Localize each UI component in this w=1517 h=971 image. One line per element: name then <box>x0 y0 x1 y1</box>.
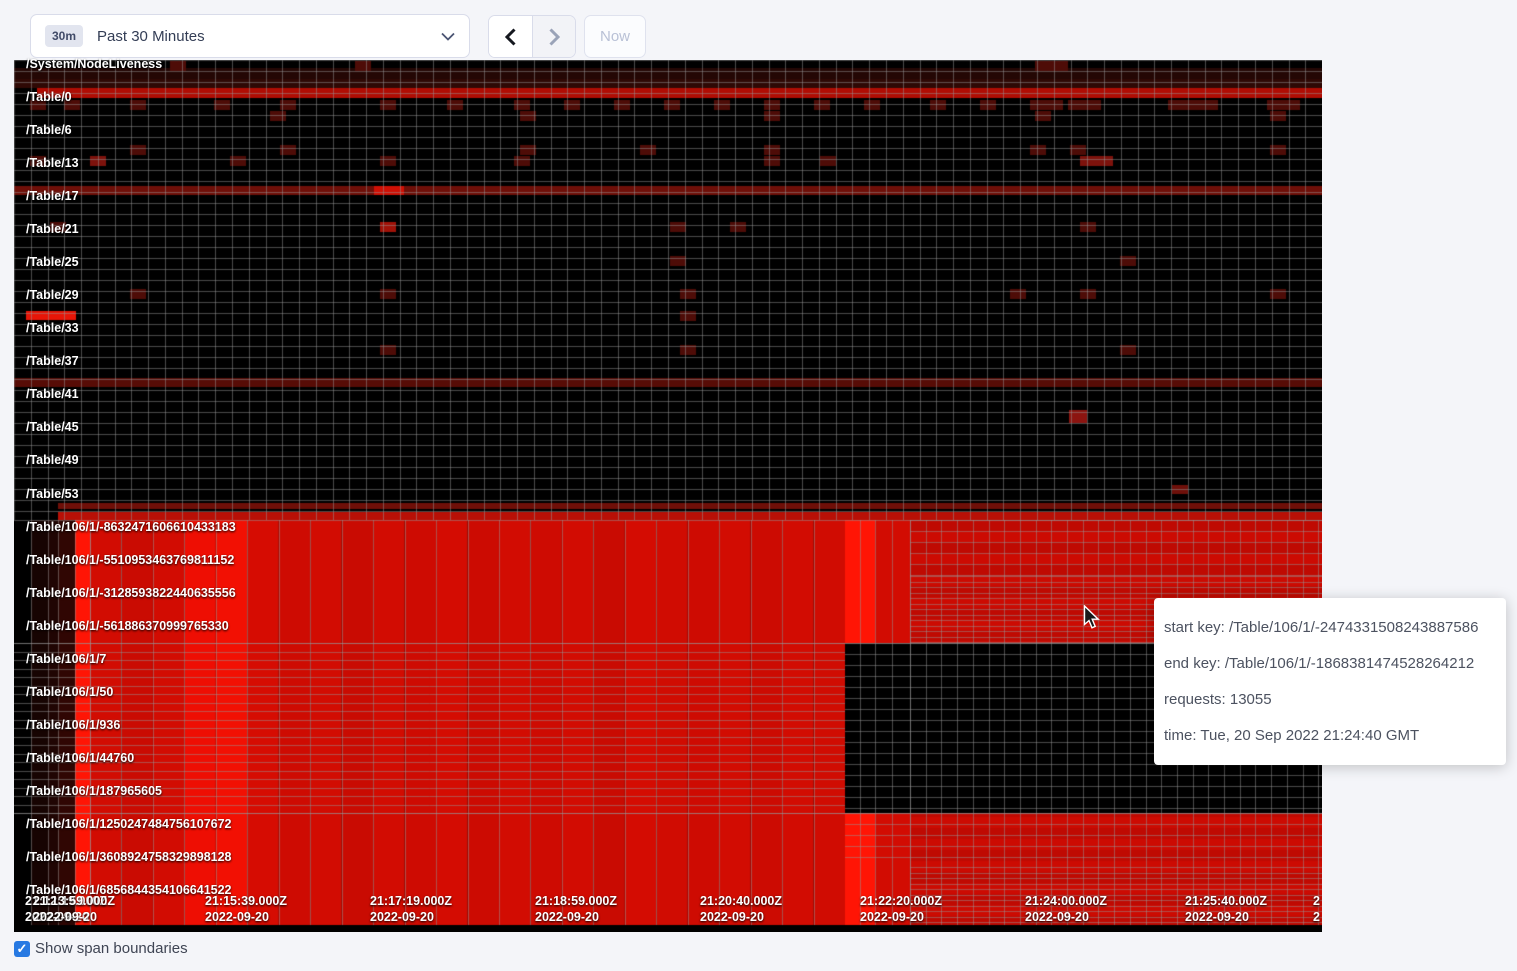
tooltip-requests: requests: 13055 <box>1164 682 1496 718</box>
next-window-button[interactable] <box>532 16 575 57</box>
tooltip-time: time: Tue, 20 Sep 2022 21:24:40 GMT <box>1164 718 1496 754</box>
key-visualizer-heatmap[interactable]: /System/NodeLiveness/Table/0/Table/6/Tab… <box>14 60 1322 932</box>
time-navigation-buttons <box>488 15 576 58</box>
tooltip-end-key: end key: /Table/106/1/-18683814745282642… <box>1164 646 1496 682</box>
show-span-boundaries-toggle[interactable]: ✓ Show span boundaries <box>14 940 188 957</box>
chevron-right-icon <box>549 28 560 46</box>
heatmap-canvas[interactable] <box>14 60 1322 932</box>
time-window-badge: 30m <box>45 25 83 47</box>
chevron-left-icon <box>505 28 516 46</box>
show-span-boundaries-checkbox[interactable]: ✓ <box>14 941 30 957</box>
key-visualizer-page: 30m Past 30 Minutes Now /System/NodeLive… <box>0 0 1517 971</box>
show-span-boundaries-label: Show span boundaries <box>35 940 188 957</box>
previous-window-button[interactable] <box>489 16 532 57</box>
time-window-label: Past 30 Minutes <box>97 28 441 45</box>
now-button[interactable]: Now <box>584 15 646 58</box>
tooltip-start-key: start key: /Table/106/1/-247433150824388… <box>1164 610 1496 646</box>
time-window-dropdown[interactable]: 30m Past 30 Minutes <box>30 14 470 58</box>
heatmap-tooltip: start key: /Table/106/1/-247433150824388… <box>1154 598 1506 765</box>
chevron-down-icon <box>441 32 455 41</box>
